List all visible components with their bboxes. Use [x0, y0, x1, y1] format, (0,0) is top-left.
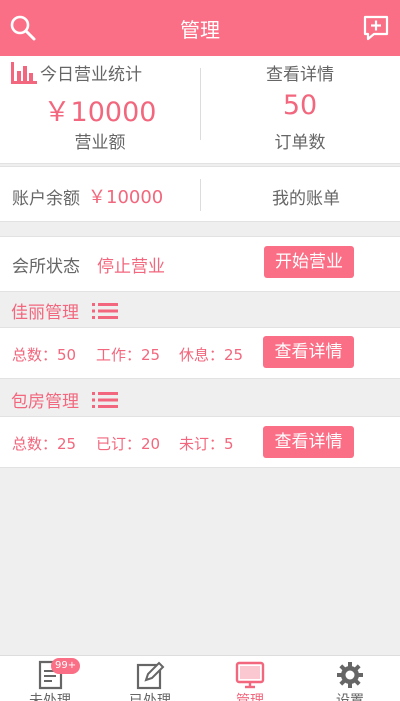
tab-pending[interactable]: 99+ 未处理: [0, 656, 100, 701]
gear-icon: [337, 662, 363, 688]
rooms-detail-button[interactable]: 查看详情: [263, 426, 354, 458]
tab-label: 管理: [236, 693, 264, 701]
staff-total: 总数：50: [12, 346, 77, 364]
status-label: 会所状态: [12, 257, 80, 277]
list-icon: [92, 392, 118, 408]
chat-plus-icon[interactable]: [362, 14, 390, 42]
tab-processed[interactable]: 已处理: [100, 656, 200, 701]
rooms-booked: 已订：20: [96, 435, 161, 453]
rooms-total: 总数：25: [12, 435, 77, 453]
staff-working: 工作：25: [96, 346, 161, 364]
rooms-available: 未订：5: [179, 435, 234, 453]
staff-detail-button[interactable]: 查看详情: [263, 336, 354, 368]
stats-title: 今日营业统计: [40, 65, 142, 85]
revenue-label: 营业额: [74, 133, 126, 153]
stats-divider: [200, 68, 201, 140]
tab-manage[interactable]: 管理: [200, 656, 300, 701]
orders-label: 订单数: [274, 133, 326, 153]
staff-section-header: 佳丽管理: [0, 292, 400, 328]
top-navigation-bar: 管理: [0, 0, 400, 56]
edit-icon: [136, 661, 165, 690]
orders-value: 50: [282, 90, 318, 121]
today-stats-panel: 今日营业统计 查看详情 ￥10000 50 营业额 订单数: [0, 56, 400, 164]
account-balance-panel: 账户余额 ￥10000 我的账单: [0, 166, 400, 222]
tab-settings[interactable]: 设置: [300, 656, 400, 701]
bottom-tab-bar: 99+ 未处理 已处理 管理 设置: [0, 655, 400, 701]
page-title: 管理: [180, 18, 220, 42]
balance-value: ￥10000: [88, 187, 164, 208]
bar-chart-icon: [11, 62, 37, 84]
tab-label: 设置: [336, 693, 364, 701]
tab-label: 未处理: [29, 693, 71, 701]
monitor-icon: [235, 661, 265, 689]
list-icon: [92, 303, 118, 319]
pending-count-badge: 99+: [51, 658, 81, 674]
staff-section-title: 佳丽管理: [11, 303, 79, 323]
revenue-value: ￥10000: [43, 97, 157, 128]
staff-resting: 休息：25: [179, 346, 244, 364]
rooms-section-title: 包房管理: [11, 392, 79, 412]
status-value: 停止营业: [97, 257, 165, 277]
tab-label: 已处理: [129, 693, 171, 701]
stats-detail-link[interactable]: 查看详情: [200, 60, 400, 85]
balance-label: 账户余额: [12, 189, 80, 209]
my-bill-link[interactable]: 我的账单: [200, 184, 400, 209]
rooms-section-header: 包房管理: [0, 381, 400, 417]
start-business-button[interactable]: 开始营业: [264, 246, 354, 278]
